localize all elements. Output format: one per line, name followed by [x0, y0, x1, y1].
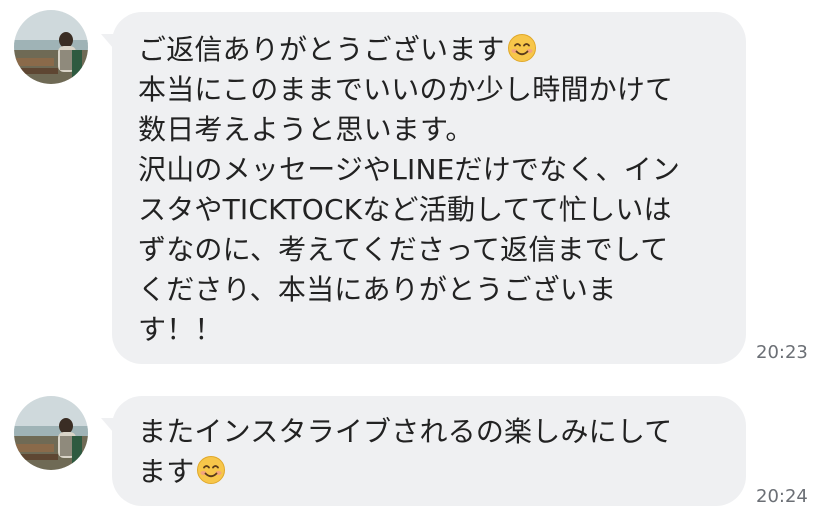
- avatar[interactable]: [14, 396, 88, 470]
- message-text-line: くださり、本当にありがとうございま: [138, 273, 617, 306]
- message-text-line: ご返信ありがとうございます: [138, 30, 720, 70]
- message-text-line: ずなのに、考えてくださって返信までして: [138, 233, 669, 266]
- bubble-tail: [101, 418, 113, 432]
- message-timestamp: 20:23: [756, 342, 808, 363]
- message-text-line: す！！: [138, 313, 223, 346]
- message-text-line: スタやTICKTOCKなど活動してて忙しいは: [138, 193, 672, 226]
- message-bubble[interactable]: ご返信ありがとうございます 本当にこのままでいいのか少し時間かけて 数日考えよう…: [112, 12, 746, 364]
- message-bubble[interactable]: またインスタライブされるの楽しみにして ます: [112, 396, 746, 506]
- bubble-tail: [101, 34, 113, 48]
- message-text-line: 数日考えようと思います。: [138, 113, 474, 146]
- message-text-line: 沢山のメッセージやLINEだけでなく、イン: [138, 153, 681, 186]
- message-text-line: またインスタライブされるの楽しみにして: [138, 415, 673, 448]
- message-text-line: ます: [138, 452, 720, 492]
- message-text-line: 本当にこのままでいいのか少し時間かけて: [138, 73, 674, 106]
- smiling-face-emoji-icon: [507, 33, 537, 63]
- message-timestamp: 20:24: [756, 486, 808, 507]
- smiling-face-emoji-icon: [196, 455, 226, 485]
- avatar[interactable]: [14, 10, 88, 84]
